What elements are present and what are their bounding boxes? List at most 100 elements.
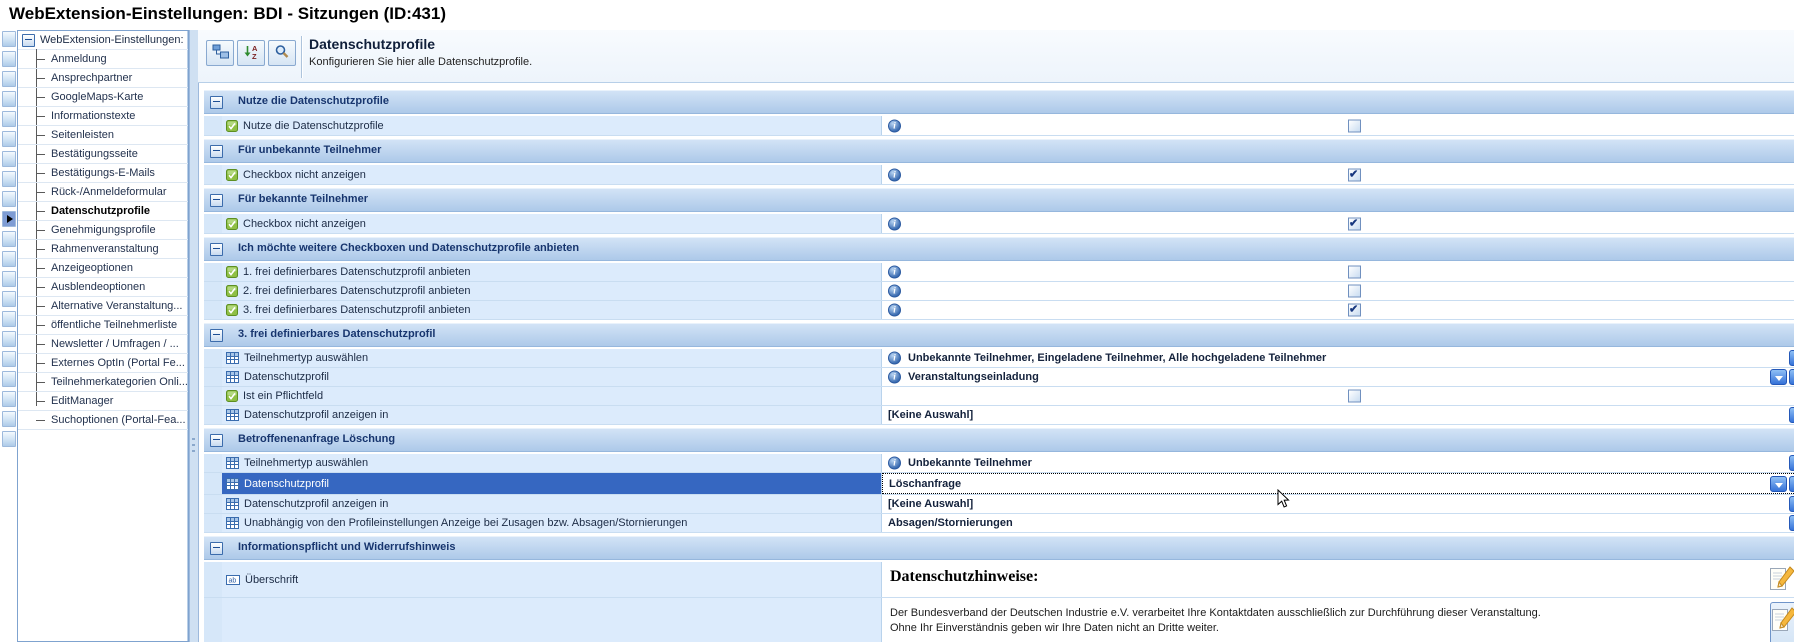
value-checkbox[interactable] — [1348, 168, 1361, 181]
search-button[interactable] — [268, 40, 296, 66]
row-marker[interactable] — [2, 311, 16, 327]
row-marker[interactable] — [2, 411, 16, 427]
sidebar-item-seitenleisten[interactable]: Seitenleisten — [18, 126, 188, 145]
setting-label-cell[interactable]: 1. frei definierbares Datenschutzprofil … — [222, 263, 881, 281]
setting-label-cell[interactable]: Ist ein Pflichtfeld — [222, 387, 881, 405]
setting-value-cell: i — [881, 301, 1794, 319]
setting-label-cell[interactable]: Datenschutzprofil anzeigen in — [222, 495, 881, 513]
sidebar-item-best-tigungs-e-mails[interactable]: Bestätigungs-E-Mails — [18, 164, 188, 183]
info-icon[interactable]: i — [888, 217, 901, 230]
dropdown-button-clipped[interactable] — [1789, 350, 1794, 366]
setting-label-cell[interactable]: Teilnehmertyp auswählen — [222, 454, 881, 472]
edit-pencil-icon[interactable] — [1770, 565, 1794, 596]
value-input[interactable]: Löschanfrage — [882, 473, 1794, 494]
collapse-minus-icon[interactable] — [210, 434, 223, 447]
dropdown-button-clipped[interactable] — [1789, 455, 1794, 471]
collapse-minus-icon[interactable] — [210, 96, 223, 109]
setting-label-cell[interactable]: Datenschutzprofil — [222, 473, 881, 494]
sidebar-item-rahmenveranstaltung[interactable]: Rahmenveranstaltung — [18, 240, 188, 259]
categorized-view-button[interactable] — [206, 40, 234, 66]
value-checkbox[interactable] — [1348, 304, 1361, 317]
collapse-minus-icon[interactable] — [210, 329, 223, 342]
row-marker[interactable] — [2, 231, 16, 247]
dropdown-button-clipped[interactable] — [1789, 476, 1794, 492]
dropdown-button-clipped[interactable] — [1789, 369, 1794, 385]
sidebar-item-ansprechpartner[interactable]: Ansprechpartner — [18, 69, 188, 88]
value-checkbox[interactable] — [1348, 217, 1361, 230]
sidebar-item-editmanager[interactable]: EditManager — [18, 392, 188, 411]
row-marker[interactable] — [2, 31, 16, 47]
selected-row-marker[interactable] — [2, 211, 16, 227]
setting-label-cell[interactable]: 3. frei definierbares Datenschutzprofil … — [222, 301, 881, 319]
row-marker[interactable] — [2, 71, 16, 87]
sidebar-item-newsletter-umfragen[interactable]: Newsletter / Umfragen / ... — [18, 335, 188, 354]
sidebar-item-ausblendeoptionen[interactable]: Ausblendeoptionen — [18, 278, 188, 297]
row-marker[interactable] — [2, 171, 16, 187]
row-marker[interactable] — [2, 431, 16, 447]
row-marker[interactable] — [2, 371, 16, 387]
collapse-minus-icon[interactable] — [210, 194, 223, 207]
sidebar-item-r-ck-anmeldeformular[interactable]: Rück-/Anmeldeformular — [18, 183, 188, 202]
dropdown-button-clipped[interactable] — [1789, 515, 1794, 531]
info-icon[interactable]: i — [888, 371, 901, 384]
value-checkbox[interactable] — [1348, 390, 1361, 403]
setting-row: 1. frei definierbares Datenschutzprofil … — [204, 263, 1794, 282]
dropdown-button-clipped[interactable] — [1789, 496, 1794, 512]
row-marker[interactable] — [2, 251, 16, 267]
setting-label-cell[interactable]: Nutze die Datenschutzprofile — [222, 116, 881, 135]
dropdown-button-clipped[interactable] — [1789, 407, 1794, 423]
setting-label-cell[interactable]: abÜberschrift — [222, 562, 881, 597]
sidebar-item-anzeigeoptionen[interactable]: Anzeigeoptionen — [18, 259, 188, 278]
setting-label-cell[interactable]: Unabhängig von den Profileinstellungen A… — [222, 514, 881, 532]
row-marker[interactable] — [2, 111, 16, 127]
collapse-minus-icon[interactable] — [210, 243, 223, 256]
row-marker[interactable] — [2, 51, 16, 67]
sort-alphabetical-button[interactable]: AZ — [237, 40, 265, 66]
info-icon[interactable]: i — [888, 352, 901, 365]
sidebar-splitter[interactable] — [189, 30, 199, 642]
sidebar-item-teilnehmerkategorien-onli[interactable]: Teilnehmerkategorien Onli... — [18, 373, 188, 392]
row-marker[interactable] — [2, 391, 16, 407]
collapse-minus-icon[interactable] — [210, 542, 223, 555]
row-marker[interactable] — [2, 191, 16, 207]
row-marker[interactable] — [2, 271, 16, 287]
sidebar-item-datenschutzprofile[interactable]: Datenschutzprofile — [18, 202, 188, 221]
row-marker[interactable] — [2, 291, 16, 307]
row-marker[interactable] — [2, 91, 16, 107]
sidebar-item-googlemaps-karte[interactable]: GoogleMaps-Karte — [18, 88, 188, 107]
setting-label-cell[interactable]: Datenschutzprofil anzeigen in — [222, 406, 881, 424]
edit-pencil-button[interactable] — [1770, 602, 1794, 642]
setting-label-cell[interactable]: Datenschutzprofil — [222, 368, 881, 386]
value-checkbox[interactable] — [1348, 266, 1361, 279]
info-icon[interactable]: i — [888, 457, 901, 470]
sidebar-item-best-tigungsseite[interactable]: Bestätigungsseite — [18, 145, 188, 164]
row-marker[interactable] — [2, 351, 16, 367]
setting-label-cell[interactable]: Teilnehmertyp auswählen — [222, 349, 881, 367]
collapse-minus-icon[interactable] — [22, 34, 35, 47]
setting-label-cell[interactable]: Checkbox nicht anzeigen — [222, 214, 881, 233]
sidebar-item-suchoptionen-portal-fea[interactable]: Suchoptionen (Portal-Fea... — [18, 411, 188, 430]
info-icon[interactable]: i — [888, 168, 901, 181]
value-checkbox[interactable] — [1348, 285, 1361, 298]
sidebar-item-anmeldung[interactable]: Anmeldung — [18, 50, 188, 69]
row-marker[interactable] — [2, 331, 16, 347]
info-icon[interactable]: i — [888, 304, 901, 317]
tree-root-node[interactable]: WebExtension-Einstellungen: — [18, 31, 188, 50]
sidebar-item-externes-optin-portal-fe[interactable]: Externes OptIn (Portal Fe... — [18, 354, 188, 373]
sidebar-item-informationstexte[interactable]: Informationstexte — [18, 107, 188, 126]
sidebar-item-genehmigungsprofile[interactable]: Genehmigungsprofile — [18, 221, 188, 240]
setting-label-cell[interactable]: Checkbox nicht anzeigen — [222, 165, 881, 184]
info-icon[interactable]: i — [888, 266, 901, 279]
sidebar-item-alternative-veranstaltung[interactable]: Alternative Veranstaltung... — [18, 297, 188, 316]
dropdown-button[interactable] — [1770, 369, 1787, 385]
setting-label-cell[interactable]: abInformationspflicht — [222, 598, 881, 642]
sidebar-item-ffentliche-teilnehmerliste[interactable]: öffentliche Teilnehmerliste — [18, 316, 188, 335]
info-icon[interactable]: i — [888, 285, 901, 298]
collapse-minus-icon[interactable] — [210, 145, 223, 158]
row-marker[interactable] — [2, 151, 16, 167]
setting-label-cell[interactable]: 2. frei definierbares Datenschutzprofil … — [222, 282, 881, 300]
row-marker[interactable] — [2, 131, 16, 147]
info-icon[interactable]: i — [888, 119, 901, 132]
value-checkbox[interactable] — [1348, 119, 1361, 132]
dropdown-button[interactable] — [1770, 476, 1787, 492]
